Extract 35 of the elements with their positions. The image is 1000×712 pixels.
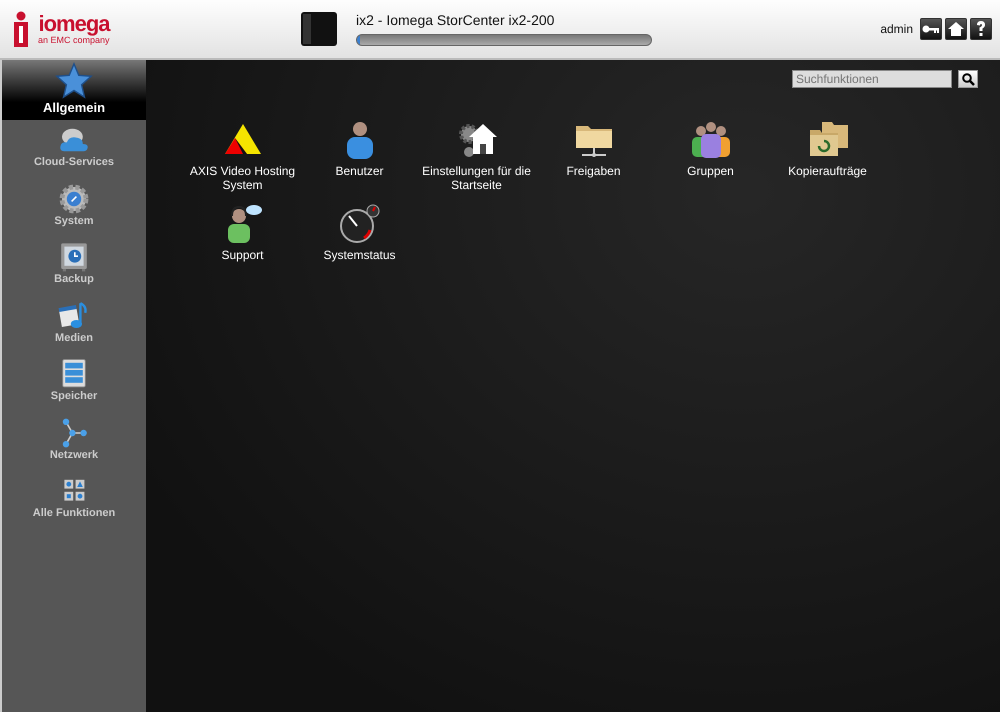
sidebar-item[interactable]: Medien: [2, 296, 146, 354]
feature-item[interactable]: Freigaben: [535, 120, 652, 192]
gauge-icon: [340, 204, 380, 244]
sidebar-item[interactable]: Alle Funktionen: [2, 471, 146, 530]
feature-item[interactable]: Kopieraufträge: [769, 120, 886, 192]
clock-icon: [58, 241, 90, 273]
brand-name: iomega: [38, 13, 110, 35]
feature-item[interactable]: Gruppen: [652, 120, 769, 192]
home-icon: [948, 22, 964, 36]
search-icon: [962, 72, 974, 86]
home-button[interactable]: [945, 18, 967, 40]
sidebar-item[interactable]: System: [2, 178, 146, 237]
feature-item[interactable]: Support: [184, 204, 301, 262]
sidebar-item[interactable]: Netzwerk: [2, 412, 146, 471]
nas-device-icon: [300, 11, 338, 47]
gear-icon: [58, 182, 90, 214]
key-button[interactable]: [920, 18, 942, 40]
star-icon: [55, 62, 93, 100]
device-title: ix2 - Iomega StorCenter ix2-200: [356, 12, 556, 28]
feature-item[interactable]: Systemstatus: [301, 204, 418, 262]
feature-item[interactable]: Benutzer: [301, 120, 418, 192]
brand-tagline: an EMC company: [38, 35, 110, 45]
sidebar-item[interactable]: Cloud-Services: [2, 120, 146, 178]
help-icon: [976, 21, 986, 37]
help-button[interactable]: [970, 18, 992, 40]
user-name: admin: [880, 22, 913, 36]
user-group-icon: [690, 120, 730, 160]
sidebar-item[interactable]: Backup: [2, 237, 146, 296]
sidebar-item[interactable]: Allgemein: [2, 60, 146, 120]
search-button[interactable]: [958, 70, 978, 88]
feature-item[interactable]: Einstellungen für die Startseite: [418, 120, 535, 192]
key-icon: [922, 24, 940, 34]
feature-item[interactable]: AXIS Video Hosting System: [184, 120, 301, 192]
search-field[interactable]: Suchfunktionen: [792, 70, 952, 88]
sidebar-item[interactable]: Speicher: [2, 354, 146, 412]
